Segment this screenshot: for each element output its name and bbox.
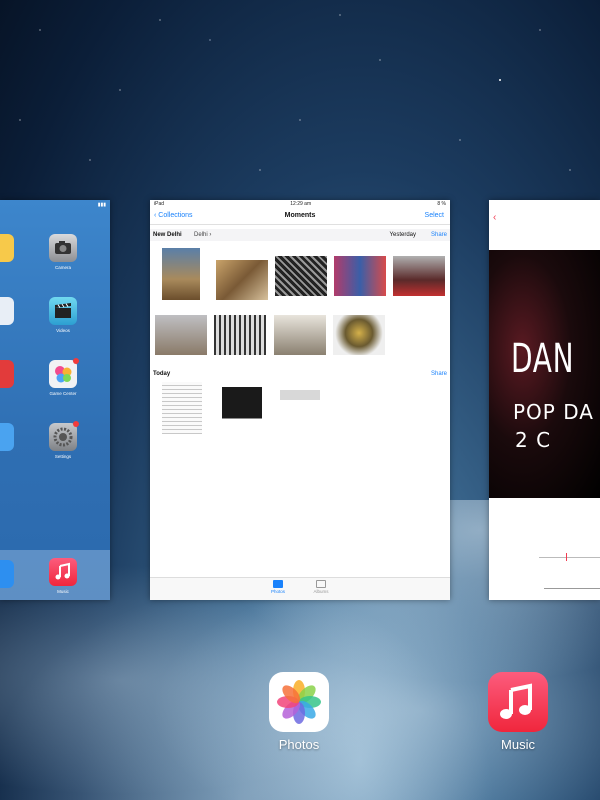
share-button[interactable]: Share <box>431 229 447 241</box>
select-button[interactable]: Select <box>425 208 444 224</box>
moment-location: New Delhi <box>153 232 182 238</box>
photos-tab-bar: Photos Albums <box>150 577 450 600</box>
photo-thumbnail[interactable] <box>333 315 385 355</box>
partial-app-icon-1 <box>0 234 14 262</box>
tab-photos[interactable]: Photos <box>263 580 293 594</box>
camera-app-icon[interactable] <box>49 234 77 262</box>
screenshot-thumbnail[interactable] <box>222 382 262 434</box>
badge-dot <box>73 358 79 364</box>
tab-albums[interactable]: Albums <box>306 580 336 594</box>
share-button[interactable]: Share <box>431 368 447 380</box>
game-center-app-label: Game Center <box>49 391 77 396</box>
game-center-app-icon[interactable] <box>49 358 79 388</box>
cover-text-line-3: 2 C <box>515 428 552 452</box>
home-screen-card[interactable]: ▮▮▮ Camera s Videos Game Center Settings… <box>0 200 110 600</box>
moment-location: Today <box>153 371 171 377</box>
partial-app-icon-3 <box>0 360 14 388</box>
photo-thumbnail[interactable] <box>216 260 268 300</box>
settings-app-label: Settings <box>54 454 72 459</box>
partial-app-icon-2 <box>0 297 14 325</box>
partial-app-icon-4 <box>0 423 14 451</box>
music-dock-icon[interactable] <box>49 558 77 586</box>
settings-app-icon[interactable] <box>49 421 79 451</box>
photos-tab-icon <box>273 580 283 588</box>
dock: Music <box>0 550 110 600</box>
battery-label: 8 % <box>437 201 446 207</box>
albums-tab-icon <box>316 580 326 588</box>
carrier-label: iPad <box>154 201 165 207</box>
photo-thumbnail[interactable] <box>274 315 326 355</box>
moment-header-today: Today Share <box>150 368 450 380</box>
screenshot-thumbnail[interactable] <box>280 382 320 434</box>
music-app-icon[interactable] <box>488 672 548 732</box>
status-time: 12:29 am <box>290 201 312 207</box>
scrubber-playhead[interactable] <box>566 553 567 561</box>
badge-dot <box>73 421 79 427</box>
moment-header-new-delhi: New Delhi Delhi › Yesterday Share <box>150 229 450 241</box>
photo-thumbnail[interactable] <box>162 248 200 300</box>
photo-thumbnail[interactable] <box>275 256 327 296</box>
music-app-card[interactable]: ‹ DAN POP DA 2 C <box>489 200 600 600</box>
photos-app-label: Photos <box>278 737 320 752</box>
music-app-label: Music <box>501 737 535 752</box>
music-dock-label: Music <box>57 589 69 594</box>
photo-thumbnail[interactable] <box>334 256 386 296</box>
photos-status-bar: iPad 12:29 am 8 % <box>150 200 450 208</box>
partial-app-label-1: s <box>0 265 6 270</box>
moment-sublocation[interactable]: Delhi › <box>194 229 211 241</box>
cover-text-line-2: POP DA <box>513 400 594 424</box>
photos-app-card[interactable]: iPad 12:29 am 8 % ‹ Collections Moments … <box>150 200 450 600</box>
photo-thumbnail[interactable] <box>393 256 445 296</box>
home-status-bar: ▮▮▮ <box>97 202 106 208</box>
cover-text-line-1: DAN <box>511 336 575 382</box>
music-back-chevron[interactable]: ‹ <box>493 212 496 223</box>
moment-date: Yesterday <box>389 232 416 238</box>
photos-app-icon[interactable] <box>269 672 329 732</box>
videos-app-label: Videos <box>56 328 70 333</box>
photo-thumbnail[interactable] <box>155 315 207 355</box>
photos-nav-bar: ‹ Collections Moments Select <box>150 208 450 225</box>
partial-dock-icon <box>0 560 14 588</box>
videos-app-icon[interactable] <box>49 297 77 325</box>
volume-track[interactable] <box>544 588 600 589</box>
screenshot-thumbnail[interactable] <box>162 382 202 434</box>
scrubber-track[interactable] <box>539 557 600 558</box>
album-art: DAN POP DA 2 C <box>489 250 600 498</box>
camera-app-label: Camera <box>54 265 71 270</box>
photo-thumbnail[interactable] <box>214 315 266 355</box>
nav-title: Moments <box>284 212 316 219</box>
